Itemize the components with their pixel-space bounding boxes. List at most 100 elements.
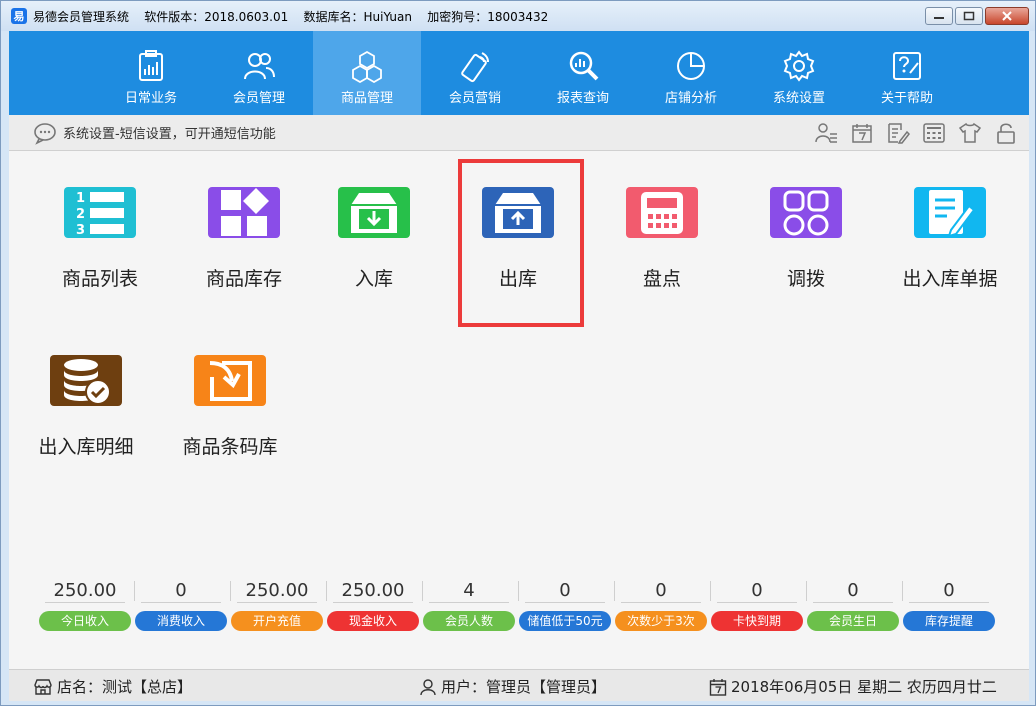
- stat-low-visits[interactable]: 0 次数少于3次: [615, 579, 707, 631]
- stat-divider: [902, 581, 903, 601]
- import-icon: [209, 360, 252, 401]
- nav-member-management[interactable]: 会员管理: [205, 31, 313, 115]
- close-icon: [1002, 11, 1012, 21]
- document-edit-icon: [929, 189, 975, 237]
- pie-chart-icon: [677, 52, 705, 80]
- stat-badge: 次数少于3次: [615, 611, 707, 631]
- tile-stock-details[interactable]: 出入库明细: [21, 319, 151, 459]
- apps-icon: [783, 190, 829, 235]
- nav-daily-business[interactable]: 日常业务: [97, 31, 205, 115]
- svg-text:3: 3: [76, 223, 85, 237]
- quick-toolbar: [813, 121, 1019, 145]
- tile-product-stock[interactable]: 商品库存: [179, 151, 309, 291]
- chart-search-icon: [569, 51, 599, 81]
- member-list-button[interactable]: [813, 121, 839, 145]
- stat-divider: [134, 581, 135, 601]
- tile-barcode-library[interactable]: 商品条码库: [165, 319, 295, 459]
- nav-product-management[interactable]: 商品管理: [313, 31, 421, 115]
- minimize-button[interactable]: [925, 7, 953, 25]
- selection-highlight: [458, 159, 584, 327]
- nav-label: 系统设置: [772, 91, 825, 106]
- tile-product-list[interactable]: 1 2 3 商品列表: [35, 151, 165, 291]
- stat-divider: [422, 581, 423, 601]
- nav-label: 商品管理: [340, 91, 393, 106]
- phone-signal-icon: [461, 52, 489, 83]
- stat-value: 250.00: [237, 579, 317, 603]
- stat-badge: 会员生日: [807, 611, 899, 631]
- tile-stock-documents[interactable]: 出入库单据: [885, 151, 1015, 291]
- stat-badge: 卡快到期: [711, 611, 803, 631]
- box-in-icon: [351, 192, 397, 233]
- tile-icon-bg: [50, 355, 122, 406]
- calendar-button[interactable]: [849, 121, 875, 145]
- title-bar: 易 易德会员管理系统 软件版本：2018.0603.01 数据库名：HuiYua…: [1, 1, 1035, 31]
- tile-inventory-check[interactable]: 盘点: [597, 151, 727, 291]
- minimize-icon: [934, 17, 944, 19]
- stat-value: 4: [429, 579, 509, 603]
- users-icon: [244, 53, 275, 80]
- stat-account-recharge[interactable]: 250.00 开户充值: [231, 579, 323, 631]
- lock-icon: [997, 123, 1015, 144]
- user-info: 用户：管理员【管理员】: [419, 676, 606, 697]
- nav-store-analysis[interactable]: 店铺分析: [637, 31, 745, 115]
- nav-about-help[interactable]: 关于帮助: [853, 31, 961, 115]
- stat-divider: [614, 581, 615, 601]
- nav-system-settings[interactable]: 系统设置: [745, 31, 853, 115]
- stat-consumption-income[interactable]: 0 消费收入: [135, 579, 227, 631]
- tile-stock-in[interactable]: 入库: [309, 151, 439, 291]
- stat-value: 0: [525, 579, 605, 603]
- calculator-button[interactable]: [921, 121, 947, 145]
- content-area: 1 2 3 商品列表 商品库存 入库 出库 盘点 调拨 出入库单据 出入库明细 …: [9, 151, 1029, 669]
- store-info: 店名：测试【总店】: [33, 676, 192, 697]
- stat-divider: [326, 581, 327, 601]
- gear-icon: [783, 50, 815, 82]
- numbered-list-icon: 1 2 3: [76, 191, 124, 237]
- maximize-button[interactable]: [955, 7, 983, 25]
- nav-report-query[interactable]: 报表查询: [529, 31, 637, 115]
- stat-divider: [230, 581, 231, 601]
- user-icon: [420, 678, 436, 695]
- stat-value: 0: [813, 579, 893, 603]
- clothing-button[interactable]: [957, 121, 983, 145]
- stat-value: 250.00: [45, 579, 125, 603]
- nav-label: 会员管理: [232, 91, 285, 106]
- nav-label: 日常业务: [124, 91, 177, 106]
- nav-member-marketing[interactable]: 会员营销: [421, 31, 529, 115]
- stat-today-income[interactable]: 250.00 今日收入: [39, 579, 131, 631]
- stat-value: 0: [909, 579, 989, 603]
- edit-form-button[interactable]: [885, 121, 911, 145]
- tile-label: 出入库明细: [38, 436, 134, 458]
- stat-badge: 今日收入: [39, 611, 131, 631]
- stat-member-count[interactable]: 4 会员人数: [423, 579, 515, 631]
- tile-label: 调拨: [786, 268, 825, 290]
- store-name: 店名：测试【总店】: [57, 678, 193, 696]
- stat-low-balance[interactable]: 0 储值低于50元: [519, 579, 611, 631]
- stat-badge: 开户充值: [231, 611, 323, 631]
- stat-stock-alert[interactable]: 0 库存提醒: [903, 579, 995, 631]
- boxes-icon: [352, 50, 382, 83]
- stat-badge: 会员人数: [423, 611, 515, 631]
- lock-button[interactable]: [993, 121, 1019, 145]
- stat-badge: 库存提醒: [903, 611, 995, 631]
- tile-icon-bg: [208, 187, 280, 238]
- app-logo-icon: 易: [11, 8, 27, 24]
- nav-label: 关于帮助: [880, 91, 933, 106]
- tile-icon-bg: [770, 187, 842, 238]
- close-button[interactable]: [985, 7, 1029, 25]
- tshirt-icon: [958, 122, 982, 143]
- tile-label: 商品条码库: [182, 436, 278, 458]
- stat-card-expiring[interactable]: 0 卡快到期: [711, 579, 803, 631]
- nav-label: 会员营销: [448, 91, 501, 106]
- tile-icon-bg: [338, 187, 410, 238]
- help-icon: [893, 52, 921, 80]
- clipboard-chart-icon: [139, 50, 163, 81]
- stat-divider: [710, 581, 711, 601]
- nav-label: 店铺分析: [664, 91, 717, 106]
- stat-cash-income[interactable]: 250.00 现金收入: [327, 579, 419, 631]
- stat-member-birthday[interactable]: 0 会员生日: [807, 579, 899, 631]
- tile-label: 入库: [354, 268, 393, 290]
- svg-text:1: 1: [76, 191, 85, 206]
- notice-text[interactable]: 系统设置-短信设置，可开通短信功能: [63, 123, 276, 142]
- tile-transfer[interactable]: 调拨: [741, 151, 871, 291]
- stat-value: 250.00: [333, 579, 413, 603]
